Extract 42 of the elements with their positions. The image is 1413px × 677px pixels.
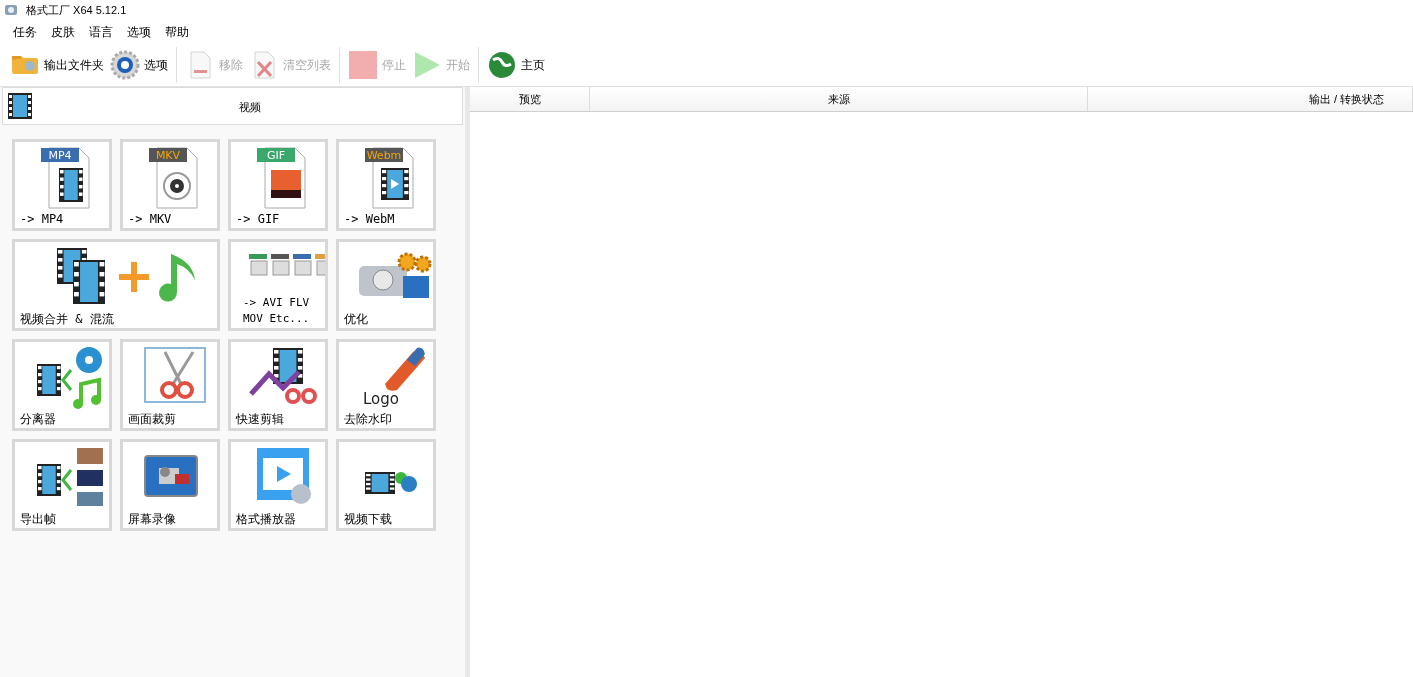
converter-tile[interactable]: -> AVI FLV MOV Etc... <box>228 239 328 331</box>
converter-tile[interactable]: Logo 去除水印 <box>336 339 436 431</box>
converter-tile[interactable]: MKV -> MKV <box>120 139 220 231</box>
menu-item[interactable]: 选项 <box>120 22 158 42</box>
toolbar-button[interactable]: 输出文件夹 <box>8 47 106 83</box>
menu-item[interactable]: 任务 <box>6 22 44 42</box>
format-label: MP4 <box>48 149 72 162</box>
settings-icon <box>110 50 140 80</box>
converter-tile[interactable]: 分离器 <box>12 339 112 431</box>
converter-tile[interactable]: 格式播放器 <box>228 439 328 531</box>
format-label: Webm <box>366 149 402 162</box>
menu-item[interactable]: 帮助 <box>158 22 196 42</box>
column-header[interactable]: 输出 / 转换状态 <box>1088 87 1413 111</box>
window-title: 格式工厂 X64 5.12.1 <box>26 2 127 18</box>
film-download-drawing <box>365 472 417 494</box>
converter-tile[interactable]: 快速剪辑 <box>228 339 328 431</box>
panel-header[interactable]: 视频 <box>2 87 463 125</box>
film-icon <box>7 92 33 120</box>
column-header[interactable]: 来源 <box>590 87 1088 111</box>
play-icon <box>412 50 442 80</box>
converter-tile[interactable]: 优化 <box>336 239 436 331</box>
converter-tile[interactable]: 屏幕录像 <box>120 439 220 531</box>
converter-tile[interactable]: MP4 -> MP4 <box>12 139 112 231</box>
eraser-icon <box>385 347 425 391</box>
stop-icon <box>348 50 378 80</box>
panel-title: 视频 <box>239 100 261 115</box>
converter-tile[interactable]: Webm -> WebM <box>336 139 436 231</box>
menu-item[interactable]: 皮肤 <box>44 22 82 42</box>
converter-tile[interactable]: 导出帧 <box>12 439 112 531</box>
logo-text: Logo <box>363 390 399 408</box>
column-header[interactable]: 预览 <box>470 87 590 111</box>
format-label: MKV <box>155 149 181 162</box>
app-icon <box>4 3 18 17</box>
toolbar-button[interactable]: 主页 <box>485 47 547 83</box>
converter-tile[interactable]: 视频合并 & 混流 <box>12 239 220 331</box>
menu-item[interactable]: 语言 <box>82 22 120 42</box>
converter-tile[interactable]: 视频下载 <box>336 439 436 531</box>
toolbar-button[interactable]: 选项 <box>108 47 170 83</box>
converter-tile[interactable]: 画面裁剪 <box>120 339 220 431</box>
format-label: GIF <box>266 149 286 162</box>
globe-icon <box>487 50 517 80</box>
converter-tile[interactable]: GIF -> GIF <box>228 139 328 231</box>
